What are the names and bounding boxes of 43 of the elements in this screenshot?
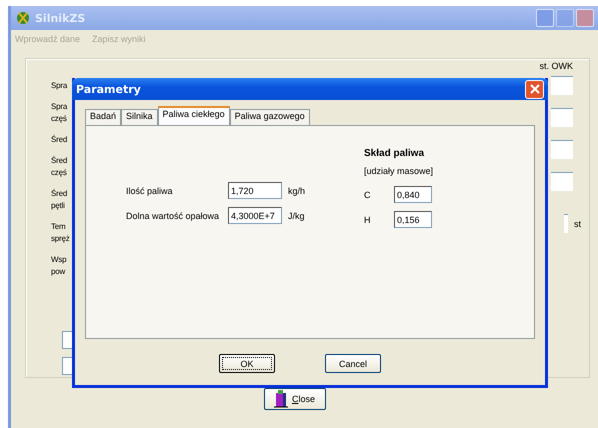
field-label: Tem spręż: [51, 221, 69, 245]
field-label: H: [364, 214, 372, 224]
input-field[interactable]: 0,156: [394, 211, 432, 228]
tab[interactable]: Badań: [85, 109, 122, 125]
field-label: Ilość paliwa: [126, 186, 174, 196]
app-icon: [15, 10, 31, 26]
door-icon: [274, 390, 288, 408]
close-icon: [530, 84, 540, 94]
tab[interactable]: Paliwa ciekłego: [158, 106, 230, 125]
input-field[interactable]: [551, 172, 573, 191]
field-label: Wsp pow: [51, 254, 68, 278]
unit-label: st: [574, 218, 581, 228]
input-field[interactable]: [551, 108, 573, 127]
dialog-title: Parametry: [76, 82, 141, 96]
tab[interactable]: Paliwa gazowego: [230, 109, 310, 125]
input-field[interactable]: [551, 76, 573, 95]
field-label: Dolna wartość opałowa: [126, 210, 220, 220]
input-field[interactable]: [564, 214, 568, 233]
section-title: Skład paliwa: [364, 148, 426, 159]
window-title: SilnikZS: [35, 12, 86, 24]
field-label: Spra częś: [51, 101, 68, 125]
unit-label: J/kg: [288, 210, 305, 220]
unit-label: kg/h: [288, 186, 306, 196]
input-field[interactable]: 4,3000E+7: [228, 207, 282, 224]
close-button[interactable]: Close: [264, 388, 326, 410]
unit-header: st. OWK: [540, 61, 573, 71]
input-field[interactable]: 0,840: [394, 186, 432, 203]
input-field[interactable]: [62, 331, 73, 349]
input-field[interactable]: 1,720: [228, 182, 282, 199]
minimize-button[interactable]: [536, 9, 554, 27]
field-label: C: [364, 190, 372, 200]
close-button[interactable]: [576, 9, 594, 27]
field-label: Śred pętli: [51, 188, 68, 212]
tab[interactable]: Silnika: [121, 109, 158, 125]
maximize-button[interactable]: [556, 9, 574, 27]
field-label: Śred: [51, 134, 68, 146]
cancel-button[interactable]: Cancel: [325, 354, 381, 373]
input-field[interactable]: [62, 357, 73, 375]
ok-button[interactable]: OK: [219, 354, 275, 373]
field-label: Śred częś: [51, 155, 68, 179]
input-field[interactable]: [551, 140, 573, 159]
section-subtitle: [udziały masowe]: [364, 166, 434, 176]
field-label: Spra: [51, 80, 68, 92]
